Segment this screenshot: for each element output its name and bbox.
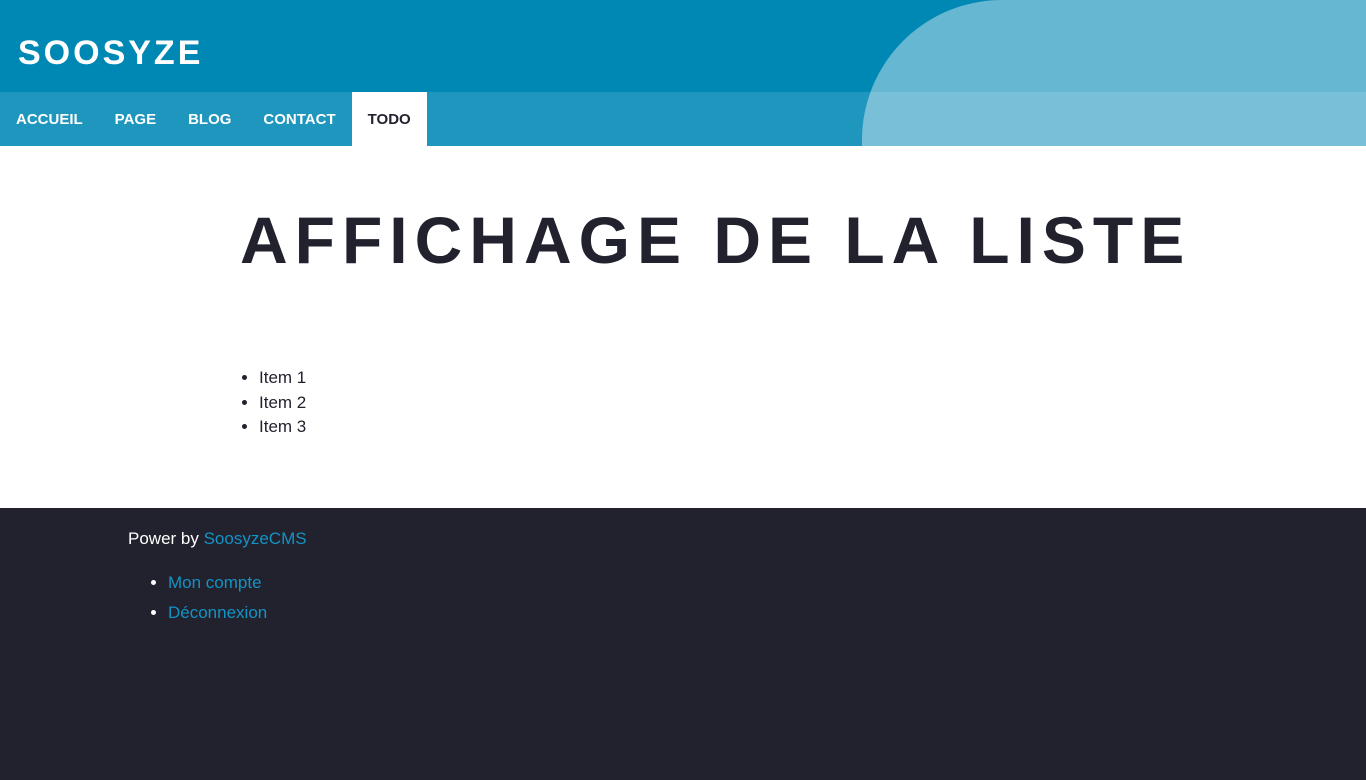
list-item: Item 1 [259,366,306,391]
list-item: Item 2 [259,391,306,416]
footer-menu-item: Mon compte [168,568,267,598]
nav-item-todo[interactable]: TODO [351,92,427,146]
site-title[interactable]: SOOSYZE [18,33,203,73]
nav-item-accueil[interactable]: ACCUEIL [0,92,99,146]
page-title: AFFICHAGE DE LA LISTE [240,203,1192,277]
site-header: SOOSYZE ACCUEIL PAGE BLOG CONTACT TODO [0,0,1366,146]
power-by-label: Power by [128,529,204,548]
deconnexion-link[interactable]: Déconnexion [168,603,267,622]
nav-item-page[interactable]: PAGE [99,92,172,146]
list-item: Item 3 [259,415,306,440]
footer-menu: Mon compte Déconnexion [128,568,267,628]
power-by-text: Power by SoosyzeCMS [128,528,307,550]
soosyzecms-link[interactable]: SoosyzeCMS [204,529,307,548]
mon-compte-link[interactable]: Mon compte [168,573,262,592]
nav-item-contact[interactable]: CONTACT [247,92,351,146]
footer-menu-item: Déconnexion [168,598,267,628]
main-content: AFFICHAGE DE LA LISTE Item 1 Item 2 Item… [0,146,1366,508]
todo-list: Item 1 Item 2 Item 3 [240,366,306,440]
nav-item-blog[interactable]: BLOG [172,92,247,146]
main-nav: ACCUEIL PAGE BLOG CONTACT TODO [0,92,1366,146]
site-footer: Power by SoosyzeCMS Mon compte Déconnexi… [0,508,1366,780]
